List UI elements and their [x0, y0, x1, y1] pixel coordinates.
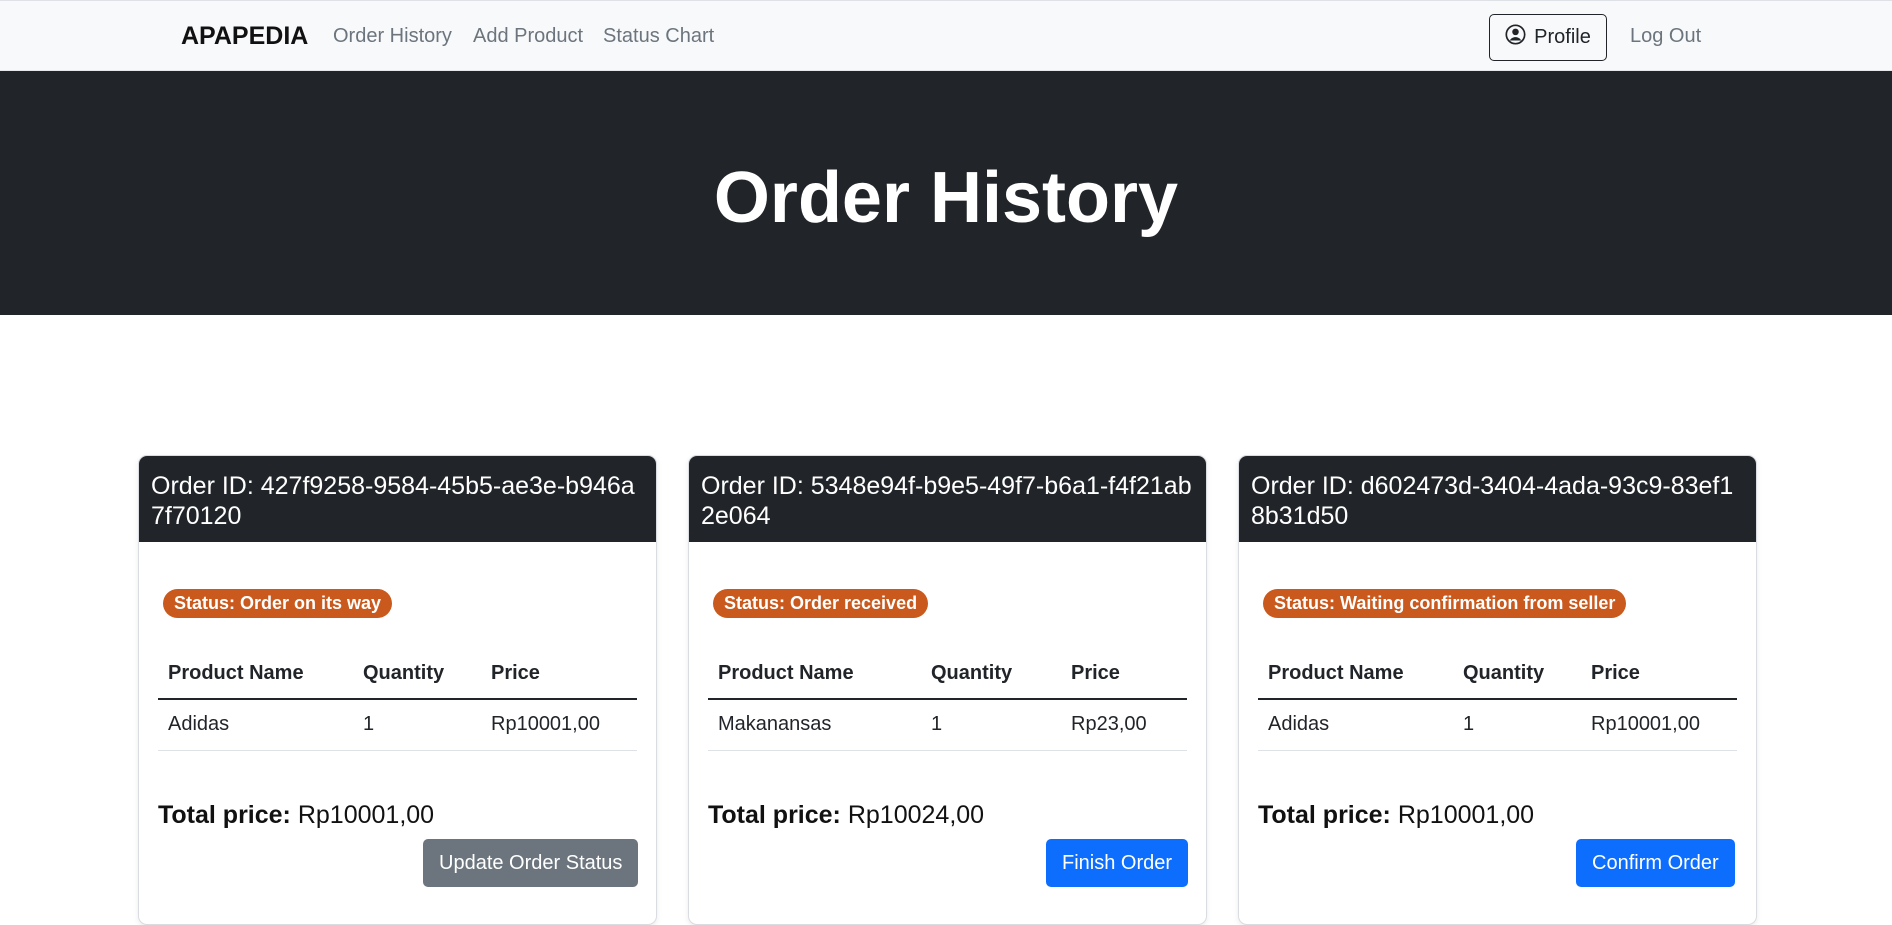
total-price-value: Rp10001,00 [1397, 801, 1535, 829]
price-cell: Rp23,00 [1061, 699, 1187, 751]
quantity-cell: 1 [921, 699, 1061, 751]
total-price: Total price: Rp10024,00 [708, 801, 984, 830]
person-circle-icon [1505, 24, 1526, 51]
profile-button[interactable]: Profile [1489, 14, 1607, 61]
order-items-table: Product Name Quantity Price Adidas 1 Rp1… [158, 648, 637, 751]
column-header-product-name: Product Name [158, 648, 353, 700]
top-navbar: APAPEDIA Order History Add Product Statu… [0, 0, 1892, 71]
order-card: Order ID: 5348e94f-b9e5-49f7-b6a1-f4f21a… [688, 455, 1207, 925]
quantity-cell: 1 [1453, 699, 1581, 751]
total-price: Total price: Rp10001,00 [1258, 801, 1534, 830]
order-items-table: Product Name Quantity Price Makanansas 1… [708, 648, 1187, 751]
order-card: Order ID: 427f9258-9584-45b5-ae3e-b946a7… [138, 455, 657, 925]
page-title: Order History [713, 158, 1179, 238]
total-price: Total price: Rp10001,00 [158, 801, 434, 830]
order-items-table: Product Name Quantity Price Adidas 1 Rp1… [1258, 648, 1737, 751]
column-header-price: Price [1581, 648, 1737, 700]
nav-status-chart[interactable]: Status Chart [603, 25, 714, 48]
brand-logo[interactable]: APAPEDIA [181, 22, 308, 51]
update-order-status-button[interactable]: Update Order Status [423, 839, 639, 887]
column-header-quantity: Quantity [1453, 648, 1581, 700]
table-header-row: Product Name Quantity Price [1258, 648, 1737, 700]
price-cell: Rp10001,00 [1581, 699, 1737, 751]
column-header-quantity: Quantity [353, 648, 481, 700]
total-price-value: Rp10001,00 [297, 801, 435, 829]
table-row: Adidas 1 Rp10001,00 [1258, 699, 1737, 751]
profile-label: Profile [1534, 26, 1591, 48]
column-header-price: Price [1061, 648, 1187, 700]
total-price-label: Total price: [1258, 801, 1391, 829]
finish-order-button[interactable]: Finish Order [1046, 839, 1189, 887]
order-id-header: Order ID: d602473d-3404-4ada-93c9-83ef18… [1239, 456, 1756, 542]
total-price-label: Total price: [158, 801, 291, 829]
column-header-price: Price [481, 648, 637, 700]
product-name-cell: Adidas [158, 699, 353, 751]
column-header-quantity: Quantity [921, 648, 1061, 700]
status-badge: Status: Order received [713, 589, 929, 618]
logout-link[interactable]: Log Out [1630, 25, 1701, 48]
status-badge: Status: Order on its way [163, 589, 393, 618]
hero-banner: Order History [0, 71, 1892, 315]
quantity-cell: 1 [353, 699, 481, 751]
product-name-cell: Adidas [1258, 699, 1453, 751]
price-cell: Rp10001,00 [481, 699, 637, 751]
table-row: Adidas 1 Rp10001,00 [158, 699, 637, 751]
order-id-header: Order ID: 5348e94f-b9e5-49f7-b6a1-f4f21a… [689, 456, 1206, 542]
nav-order-history[interactable]: Order History [333, 25, 452, 48]
column-header-product-name: Product Name [1258, 648, 1453, 700]
order-card: Order ID: d602473d-3404-4ada-93c9-83ef18… [1238, 455, 1757, 925]
confirm-order-button[interactable]: Confirm Order [1576, 839, 1735, 887]
table-header-row: Product Name Quantity Price [708, 648, 1187, 700]
nav-add-product[interactable]: Add Product [473, 25, 583, 48]
table-row: Makanansas 1 Rp23,00 [708, 699, 1187, 751]
table-header-row: Product Name Quantity Price [158, 648, 637, 700]
order-id-header: Order ID: 427f9258-9584-45b5-ae3e-b946a7… [139, 456, 656, 542]
column-header-product-name: Product Name [708, 648, 921, 700]
status-badge: Status: Waiting confirmation from seller [1263, 589, 1627, 618]
total-price-value: Rp10024,00 [847, 801, 985, 829]
total-price-label: Total price: [708, 801, 841, 829]
product-name-cell: Makanansas [708, 699, 921, 751]
